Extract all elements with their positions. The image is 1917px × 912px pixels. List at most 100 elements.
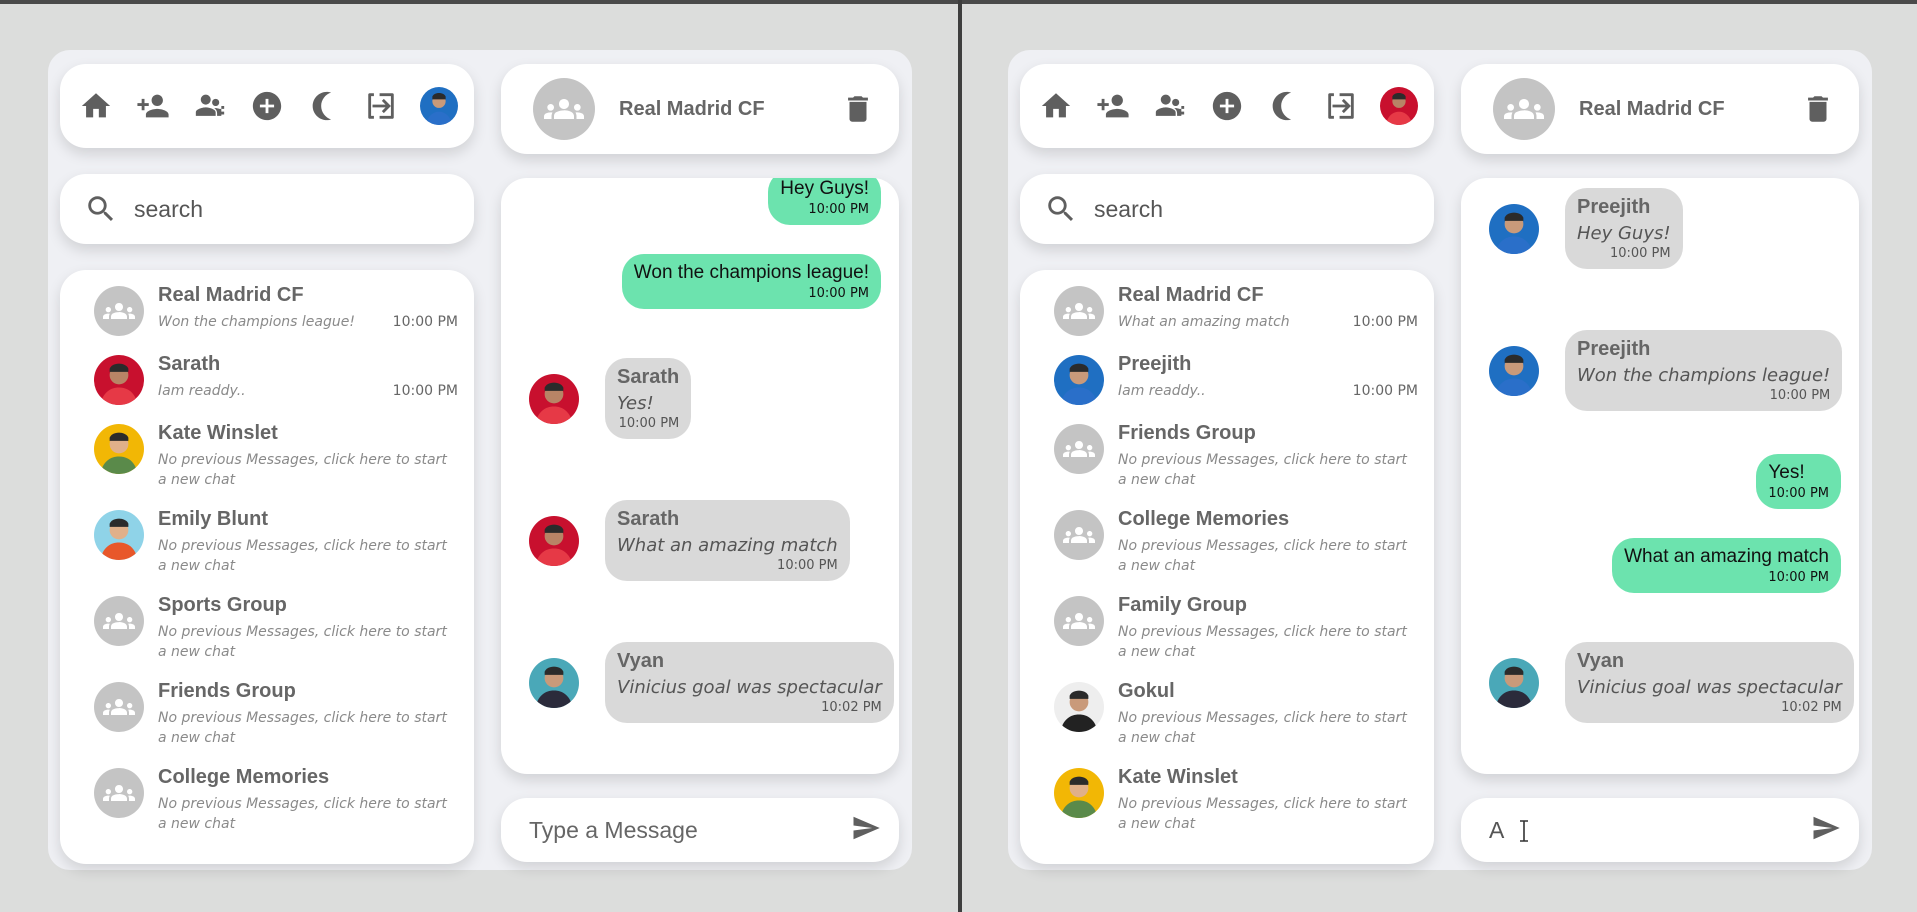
send-icon[interactable] — [851, 813, 881, 848]
contact-name: Kate Winslet — [158, 422, 278, 444]
profile-avatar[interactable] — [420, 87, 458, 125]
contact-preview: No previous Messages, click here to star… — [158, 624, 447, 660]
logout-icon[interactable] — [1323, 88, 1359, 124]
contact-preview: No previous Messages, click here to star… — [158, 796, 447, 832]
text-cursor-icon — [1518, 820, 1530, 842]
message-time: 10:00 PM — [1768, 486, 1829, 501]
outgoing-message: Won the champions league! 10:00 PM — [621, 254, 881, 309]
contact-time: 10:00 PM — [1352, 314, 1418, 330]
contact-preview: No previous Messages, click here to star… — [158, 538, 447, 574]
avatar — [1054, 682, 1104, 732]
contact-name: Preejith — [1118, 353, 1192, 375]
trash-icon[interactable] — [1801, 92, 1835, 126]
contact-name: Real Madrid CF — [1118, 284, 1264, 306]
message-text: What an amazing match — [1624, 546, 1829, 567]
incoming-message: Vyan Vinicius goal was spectacular 10:02 P… — [1565, 642, 1854, 723]
search-bar — [60, 174, 474, 244]
avatar — [94, 355, 144, 405]
incoming-message: Preejith Hey Guys! 10:00 PM — [1565, 188, 1683, 269]
group-avatar — [94, 596, 144, 646]
avatar — [94, 510, 144, 560]
group-avatar — [94, 286, 144, 336]
message-text: What an amazing match — [617, 535, 838, 556]
contact-preview: No previous Messages, click here to star… — [158, 452, 447, 488]
chat-header: Real Madrid CF — [1461, 64, 1859, 154]
message-sender: Vyan — [617, 650, 665, 672]
contact-name: College Memories — [158, 766, 330, 788]
plus-circle-icon[interactable] — [249, 88, 285, 124]
message-time: 10:02 PM — [1781, 700, 1842, 715]
group-avatar — [1054, 596, 1104, 646]
add-user-icon[interactable] — [1095, 88, 1131, 124]
group-avatar — [1054, 286, 1104, 336]
group-avatar — [1054, 510, 1104, 560]
contact-preview: No previous Messages, click here to star… — [158, 710, 447, 746]
contact-time: 10:00 PM — [392, 314, 458, 330]
logout-icon[interactable] — [363, 88, 399, 124]
message-time: 10:00 PM — [777, 558, 838, 573]
contact-list: Real Madrid CF What an amazing match 10:00… — [1020, 270, 1434, 864]
group-avatar — [1493, 78, 1555, 140]
contact-time: 10:00 PM — [1352, 383, 1418, 399]
chat-app: Real Madrid CF What an amazing match 10:00… — [1008, 50, 1872, 870]
contact-name: College Memories — [1118, 508, 1290, 530]
contact-name: Sarath — [158, 353, 221, 375]
sender-avatar — [1489, 658, 1539, 708]
plus-circle-icon[interactable] — [1209, 88, 1245, 124]
contact-name: Friends Group — [158, 680, 296, 702]
search-input[interactable] — [134, 195, 434, 223]
home-icon[interactable] — [1038, 88, 1074, 124]
right-window: Real Madrid CF What an amazing match 10:00… — [962, 4, 1917, 912]
contact-time: 10:00 PM — [392, 383, 458, 399]
sender-avatar — [1489, 346, 1539, 396]
message-sender: Sarath — [617, 508, 680, 530]
sender-avatar — [1489, 204, 1539, 254]
compose-bar — [501, 798, 899, 862]
message-time: 10:00 PM — [618, 416, 680, 431]
message-time: 10:00 PM — [808, 286, 869, 301]
contact-preview: No previous Messages, click here to star… — [1118, 452, 1407, 488]
contact-preview: No previous Messages, click here to star… — [1118, 710, 1407, 746]
add-user-icon[interactable] — [135, 88, 171, 124]
add-group-icon[interactable] — [192, 88, 228, 124]
sender-avatar — [529, 374, 579, 424]
sender-avatar — [529, 658, 579, 708]
message-time: 10:00 PM — [1609, 246, 1671, 261]
message-time: 10:00 PM — [1769, 388, 1831, 403]
avatar — [1054, 768, 1104, 818]
moon-icon[interactable] — [1266, 88, 1302, 124]
message-area: Preejith Hey Guys! 10:00 PM Preejith Won the… — [1461, 178, 1859, 774]
search-bar — [1020, 174, 1434, 244]
message-time: 10:02 PM — [821, 700, 882, 715]
outgoing-message: Yes! 10:00 PM — [1756, 454, 1841, 509]
message-text: Yes! — [617, 393, 654, 414]
group-avatar — [94, 768, 144, 818]
message-time: 10:00 PM — [1768, 570, 1829, 585]
incoming-message: Vyan Vinicius goal was spectacular 10:02 P… — [605, 642, 894, 723]
incoming-message: Preejith Won the champions league! 10:00 P… — [1565, 330, 1843, 411]
message-text: Vinicius goal was spectacular — [1577, 677, 1842, 698]
send-icon[interactable] — [1811, 813, 1841, 848]
message-sender: Preejith — [1577, 338, 1651, 360]
search-input[interactable] — [1094, 195, 1394, 223]
left-window: Real Madrid CF Won the champions league! 1… — [0, 4, 958, 912]
contact-name: Emily Blunt — [158, 508, 269, 530]
add-group-icon[interactable] — [1152, 88, 1188, 124]
avatar — [94, 424, 144, 474]
nav-bar — [60, 64, 474, 148]
incoming-message: Sarath What an amazing match 10:00 PM — [605, 500, 850, 581]
message-text: Won the champions league! — [1577, 365, 1831, 386]
home-icon[interactable] — [78, 88, 114, 124]
message-sender: Preejith — [1577, 196, 1651, 218]
group-avatar — [1054, 424, 1104, 474]
message-text: Yes! — [1768, 462, 1805, 483]
message-text: Won the champions league! — [633, 262, 869, 283]
profile-avatar[interactable] — [1380, 87, 1418, 125]
message-time: 10:00 PM — [808, 202, 869, 217]
contact-name: Sports Group — [158, 594, 287, 616]
trash-icon[interactable] — [841, 92, 875, 126]
moon-icon[interactable] — [306, 88, 342, 124]
message-input[interactable] — [1489, 816, 1811, 844]
contact-name: Gokul — [1118, 680, 1175, 702]
message-input[interactable] — [529, 816, 851, 844]
